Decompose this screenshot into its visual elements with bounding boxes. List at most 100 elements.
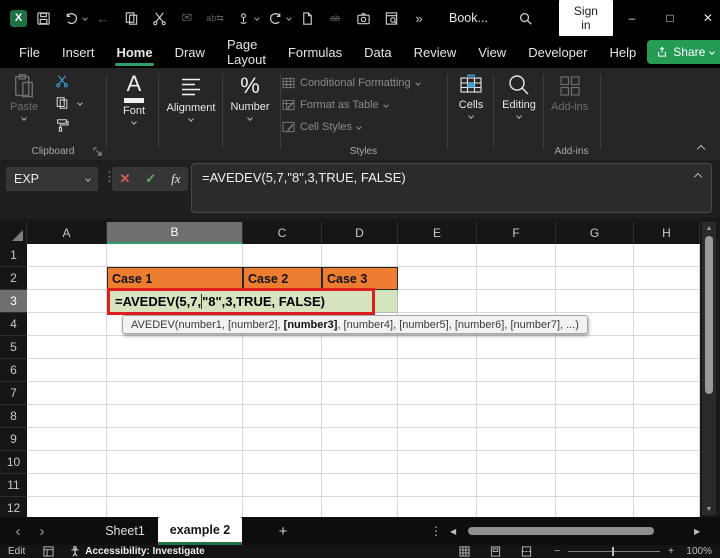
cell-D1[interactable] [322,244,398,267]
row-header-7[interactable]: 7 [0,382,27,405]
sheet-next-icon[interactable]: › [32,517,52,545]
cut-icon[interactable] [147,6,171,30]
cell-F1[interactable] [477,244,556,267]
cell-D2[interactable]: Case 3 [322,267,398,290]
zoom-in-icon[interactable]: + [668,546,674,557]
undo-dropdown-icon[interactable] [82,15,88,21]
tab-draw[interactable]: Draw [164,36,216,68]
cells-group-button[interactable]: Cells [449,73,493,119]
cell-E11[interactable] [398,474,477,497]
name-box[interactable]: EXP [6,167,98,191]
select-all-corner[interactable] [0,222,27,244]
cell-F11[interactable] [477,474,556,497]
horizontal-scrollbar-thumb[interactable] [468,527,654,535]
cell-B8[interactable] [107,405,243,428]
row-header-3[interactable]: 3 [0,290,27,313]
cell-G2[interactable] [556,267,634,290]
copy-icon[interactable] [55,96,69,110]
cell-F10[interactable] [477,451,556,474]
tab-review[interactable]: Review [403,36,468,68]
maximize-icon[interactable]: □ [651,0,689,36]
collapse-ribbon-icon[interactable] [696,144,706,154]
cell-C2[interactable]: Case 2 [243,267,322,290]
document-search-icon[interactable] [379,6,403,30]
cell-A4[interactable] [27,313,107,336]
cell-G3[interactable] [556,290,634,313]
cell-D12[interactable] [322,497,398,517]
tab-formulas[interactable]: Formulas [277,36,353,68]
cell-F9[interactable] [477,428,556,451]
format-as-table-button[interactable]: Format as Table [282,94,445,116]
cell-G10[interactable] [556,451,634,474]
cell-C9[interactable] [243,428,322,451]
format-painter-icon[interactable] [55,118,69,132]
minimize-icon[interactable]: – [613,0,651,36]
cell-E8[interactable] [398,405,477,428]
copy-dropdown-icon[interactable] [77,100,83,106]
cell-B5[interactable] [107,336,243,359]
cell-H9[interactable] [634,428,700,451]
alignment-group-button[interactable]: Alignment [160,73,222,122]
cell-G11[interactable] [556,474,634,497]
cell-F6[interactable] [477,359,556,382]
cell-D10[interactable] [322,451,398,474]
row-header-8[interactable]: 8 [0,405,27,428]
cell-A12[interactable] [27,497,107,517]
cell-F2[interactable] [477,267,556,290]
column-header-C[interactable]: C [243,222,322,244]
cell-E6[interactable] [398,359,477,382]
tab-insert[interactable]: Insert [51,36,106,68]
undo-icon[interactable] [59,6,83,30]
editing-group-button[interactable]: Editing [494,73,544,119]
tab-developer[interactable]: Developer [517,36,598,68]
cell-A9[interactable] [27,428,107,451]
cell-H6[interactable] [634,359,700,382]
new-sheet-icon[interactable]: + [272,517,294,545]
row-header-12[interactable]: 12 [0,497,27,517]
cell-A10[interactable] [27,451,107,474]
cell-C7[interactable] [243,382,322,405]
cell-A2[interactable] [27,267,107,290]
cell-E7[interactable] [398,382,477,405]
cell-D7[interactable] [322,382,398,405]
vertical-scrollbar[interactable]: ▲ ▼ [702,222,716,515]
formula-input[interactable]: =AVEDEV(5,7,"8",3,TRUE, FALSE) [191,163,712,213]
accessibility-status[interactable]: Accessibility: Investigate [70,546,205,557]
tab-file[interactable]: File [8,36,51,68]
column-header-A[interactable]: A [27,222,107,244]
insert-function-icon[interactable]: fx [171,171,180,187]
zoom-slider[interactable] [568,547,661,556]
row-header-5[interactable]: 5 [0,336,27,359]
row-header-6[interactable]: 6 [0,359,27,382]
conditional-formatting-button[interactable]: Conditional Formatting [282,72,445,94]
hscroll-left-icon[interactable]: ◀ [450,517,456,545]
cell-B2[interactable]: Case 1 [107,267,243,290]
cell-H12[interactable] [634,497,700,517]
cell-B9[interactable] [107,428,243,451]
share-button[interactable]: Share [647,40,720,64]
cell-E1[interactable] [398,244,477,267]
normal-view-icon[interactable] [459,546,470,557]
sign-in-button[interactable]: Sign in [558,0,613,36]
cell-G8[interactable] [556,405,634,428]
column-header-H[interactable]: H [634,222,700,244]
sheet-tab-example-2[interactable]: example 2 [158,517,242,545]
macro-record-icon[interactable] [43,546,54,557]
cell-H2[interactable] [634,267,700,290]
cell-G12[interactable] [556,497,634,517]
name-box-dropdown-icon[interactable] [85,176,91,182]
scroll-down-icon[interactable]: ▼ [702,503,716,515]
cell-E12[interactable] [398,497,477,517]
cell-H3[interactable] [634,290,700,313]
vertical-scrollbar-thumb[interactable] [705,236,713,394]
row-header-10[interactable]: 10 [0,451,27,474]
touch-mode-icon[interactable] [231,6,255,30]
cell-C1[interactable] [243,244,322,267]
sheet-more-icon[interactable]: ⋮ [430,517,442,545]
paste-button[interactable]: Paste [10,73,38,121]
cell-H8[interactable] [634,405,700,428]
cell-A11[interactable] [27,474,107,497]
copy-icon[interactable] [119,6,143,30]
cell-E9[interactable] [398,428,477,451]
cell-G6[interactable] [556,359,634,382]
